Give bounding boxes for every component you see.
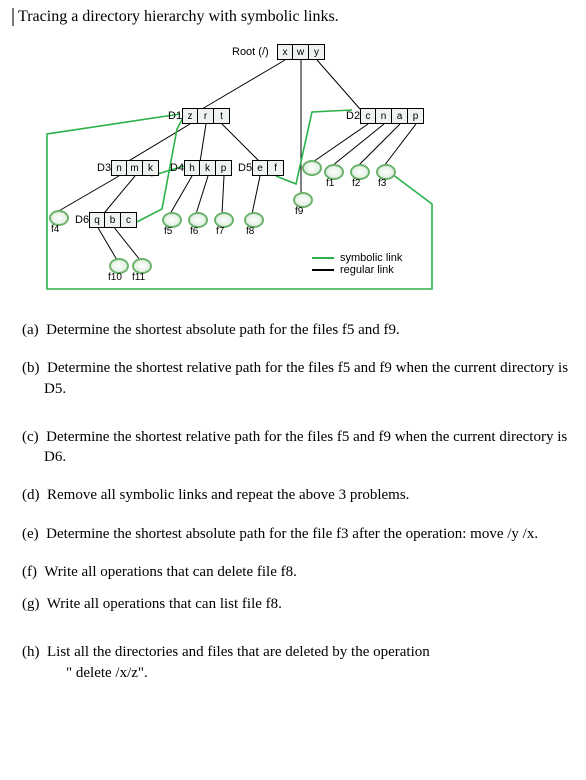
question-c-text: Determine the shortest relative path for… [44, 429, 567, 465]
tree-diagram: Root (/) x w y D1 z r t D2 c n a p D3 n … [12, 34, 572, 304]
question-g: (g) Write all operations that can list f… [22, 594, 574, 614]
d4-label: D4 [170, 162, 184, 174]
d2-cell-c: c [360, 108, 376, 124]
label-f11: f11 [132, 272, 145, 283]
question-list: (a) Determine the shortest absolute path… [12, 320, 574, 683]
d6-label: D6 [75, 214, 89, 226]
d1-cell-t: t [214, 108, 230, 124]
d5-cells: e f [252, 160, 284, 176]
root-label: Root (/) [232, 46, 269, 58]
question-a: (a) Determine the shortest absolute path… [22, 320, 574, 340]
d5-cell-f: f [268, 160, 284, 176]
question-d-text: Remove all symbolic links and repeat the… [47, 487, 409, 503]
legend-symbolic-line [312, 257, 334, 259]
d6-cell-q: q [89, 212, 105, 228]
d5-label: D5 [238, 162, 252, 174]
question-a-text: Determine the shortest absolute path for… [46, 322, 400, 338]
d4-cells: h k p [184, 160, 232, 176]
d3-label: D3 [97, 162, 111, 174]
label-f6: f6 [190, 226, 198, 237]
legend-symbolic-text: symbolic link [340, 252, 402, 264]
question-g-mark: (g) [22, 596, 40, 612]
root-cell-x: x [277, 44, 293, 60]
d1-cells: z r t [182, 108, 230, 124]
root-cell-y: y [309, 44, 325, 60]
d4-cell-h: h [184, 160, 200, 176]
d2-cell-n: n [376, 108, 392, 124]
question-f: (f) Write all operations that can delete… [22, 562, 574, 582]
d4-cell-p: p [216, 160, 232, 176]
question-d-mark: (d) [22, 487, 40, 503]
label-f10: f10 [108, 272, 122, 283]
d1-label: D1 [168, 110, 182, 122]
question-f-mark: (f) [22, 564, 37, 580]
question-h: (h) List all the directories and files t… [22, 642, 574, 683]
label-f8: f8 [246, 226, 254, 237]
question-e-mark: (e) [22, 526, 39, 542]
d4-cell-k: k [200, 160, 216, 176]
root-cell-w: w [293, 44, 309, 60]
question-c: (c) Determine the shortest relative path… [22, 427, 574, 468]
label-f1: f1 [326, 178, 334, 189]
label-f9: f9 [295, 206, 303, 217]
d6-cell-b: b [105, 212, 121, 228]
d3-cell-m: m [127, 160, 143, 176]
legend: symbolic link regular link [312, 252, 402, 276]
question-e-text: Determine the shortest absolute path for… [46, 526, 538, 542]
question-h-text: List all the directories and files that … [47, 644, 430, 660]
page-title: Tracing a directory hierarchy with symbo… [12, 8, 574, 26]
question-b: (b) Determine the shortest relative path… [22, 358, 574, 399]
d1-cell-r: r [198, 108, 214, 124]
question-g-text: Write all operations that can list file … [47, 596, 282, 612]
question-a-mark: (a) [22, 322, 39, 338]
question-h-sub: " delete /x/z". [44, 663, 574, 683]
d1-cell-z: z [182, 108, 198, 124]
d2-cell-p: p [408, 108, 424, 124]
label-f2: f2 [352, 178, 360, 189]
d2-label: D2 [346, 110, 360, 122]
d5-cell-e: e [252, 160, 268, 176]
question-h-mark: (h) [22, 644, 40, 660]
d3-cells: n m k [111, 160, 159, 176]
legend-regular-text: regular link [340, 264, 394, 276]
question-c-mark: (c) [22, 429, 39, 445]
d2-cell-a: a [392, 108, 408, 124]
question-d: (d) Remove all symbolic links and repeat… [22, 485, 574, 505]
label-f4: f4 [51, 224, 59, 235]
d6-cells: q b c [89, 212, 137, 228]
question-f-text: Write all operations that can delete fil… [44, 564, 297, 580]
label-f7: f7 [216, 226, 224, 237]
label-f5: f5 [164, 226, 172, 237]
d2-cells: c n a p [360, 108, 424, 124]
tree-edges [12, 34, 572, 304]
file-node-c-target [302, 160, 322, 176]
d6-cell-c: c [121, 212, 137, 228]
label-f3: f3 [378, 178, 386, 189]
question-e: (e) Determine the shortest absolute path… [22, 524, 574, 544]
question-b-text: Determine the shortest relative path for… [44, 360, 568, 396]
root-cells: x w y [277, 44, 325, 60]
d3-cell-n: n [111, 160, 127, 176]
question-b-mark: (b) [22, 360, 40, 376]
legend-regular-line [312, 269, 334, 271]
d3-cell-k: k [143, 160, 159, 176]
